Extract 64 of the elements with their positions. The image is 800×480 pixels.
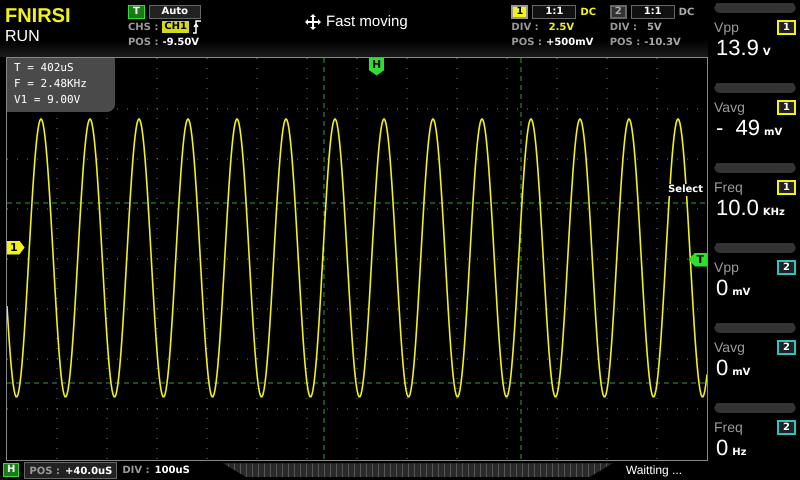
select-label: Select bbox=[668, 184, 703, 196]
status-message: Fast moving bbox=[326, 13, 408, 30]
pos-label: POS : bbox=[511, 36, 542, 48]
measurement-name: Freq bbox=[714, 179, 743, 195]
measurement-unit: KHz bbox=[762, 207, 785, 218]
channel-position: +500mV bbox=[546, 36, 594, 48]
cursor-line[interactable] bbox=[7, 382, 707, 384]
trigger-level-marker[interactable]: T bbox=[688, 252, 707, 267]
channel-position: -10.3V bbox=[644, 36, 681, 48]
coupling-mode: DC bbox=[678, 6, 694, 18]
readout-line: F = 2.48KHz bbox=[14, 76, 88, 92]
volts-per-div: 5V bbox=[646, 22, 662, 32]
measurement-name: Vavg bbox=[714, 99, 745, 115]
trigger-mode[interactable]: Auto bbox=[148, 5, 201, 19]
measurement-unit: mV bbox=[732, 367, 750, 378]
measurement-unit: V bbox=[762, 47, 771, 58]
measurement-name: Vpp bbox=[714, 259, 739, 275]
trigger-position: -9.50V bbox=[162, 36, 200, 48]
trigger-source: CH1 bbox=[162, 21, 189, 33]
cursor-line[interactable] bbox=[520, 58, 522, 460]
measurement-unit: mV bbox=[732, 287, 750, 298]
probe-ratio: 1:1 bbox=[630, 5, 675, 19]
timebase-badge: H bbox=[3, 463, 20, 478]
measurement-channel: 2 bbox=[777, 420, 796, 434]
measurement-channel: 1 bbox=[777, 180, 796, 194]
channel-badge[interactable]: 1 bbox=[511, 5, 528, 19]
move-icon bbox=[305, 14, 322, 30]
pos-label: POS : bbox=[128, 36, 158, 48]
measurement-channel: 1 bbox=[777, 20, 796, 34]
time-per-div: 100uS bbox=[154, 464, 190, 476]
measurement-value: - 49 bbox=[716, 115, 760, 141]
run-state: RUN bbox=[5, 28, 41, 46]
measurement-unit: Hz bbox=[732, 447, 746, 458]
coupling-mode: DC bbox=[580, 6, 596, 18]
measurement-unit: mV bbox=[764, 127, 782, 138]
timebase-position-box: POS : +40.0uS bbox=[24, 462, 118, 479]
measurement-value: 0 bbox=[716, 355, 728, 381]
trigger-badge: T bbox=[128, 5, 145, 19]
measurement-channel: 2 bbox=[777, 260, 796, 274]
channel-badge[interactable]: 2 bbox=[610, 5, 627, 19]
channel-marker[interactable]: 1 bbox=[7, 240, 25, 255]
acquisition-status: Waitting ... bbox=[626, 463, 682, 478]
measurement-value: 0 bbox=[716, 275, 728, 301]
div-label: DIV : bbox=[511, 22, 539, 32]
horizontal-position-marker[interactable]: H bbox=[369, 58, 384, 76]
measurement-value: 13.9 bbox=[716, 35, 759, 61]
measurement-name: Vavg bbox=[714, 339, 745, 355]
measurement-channel: 2 bbox=[777, 340, 796, 354]
source-label: CHS : bbox=[128, 22, 158, 32]
div-label: DIV : bbox=[122, 464, 150, 476]
div-label: DIV : bbox=[610, 22, 637, 32]
measurement-value: 10.0 bbox=[716, 195, 759, 221]
measurement-value: 0 bbox=[716, 435, 728, 461]
measurement-name: Freq bbox=[714, 419, 743, 435]
measurement-channel: 1 bbox=[777, 100, 796, 114]
readout-line: T = 402uS bbox=[14, 60, 75, 76]
cursor-line[interactable] bbox=[7, 202, 707, 204]
measurement-name: Vpp bbox=[714, 19, 739, 35]
probe-ratio: 1:1 bbox=[532, 5, 576, 19]
rising-edge-icon bbox=[193, 20, 201, 34]
pos-label: POS : bbox=[610, 36, 640, 48]
readout-line: V1 = 9.00V bbox=[14, 92, 82, 108]
volts-per-div: 2.5V bbox=[548, 22, 574, 32]
brand-logo: FNIRSI bbox=[5, 4, 72, 28]
